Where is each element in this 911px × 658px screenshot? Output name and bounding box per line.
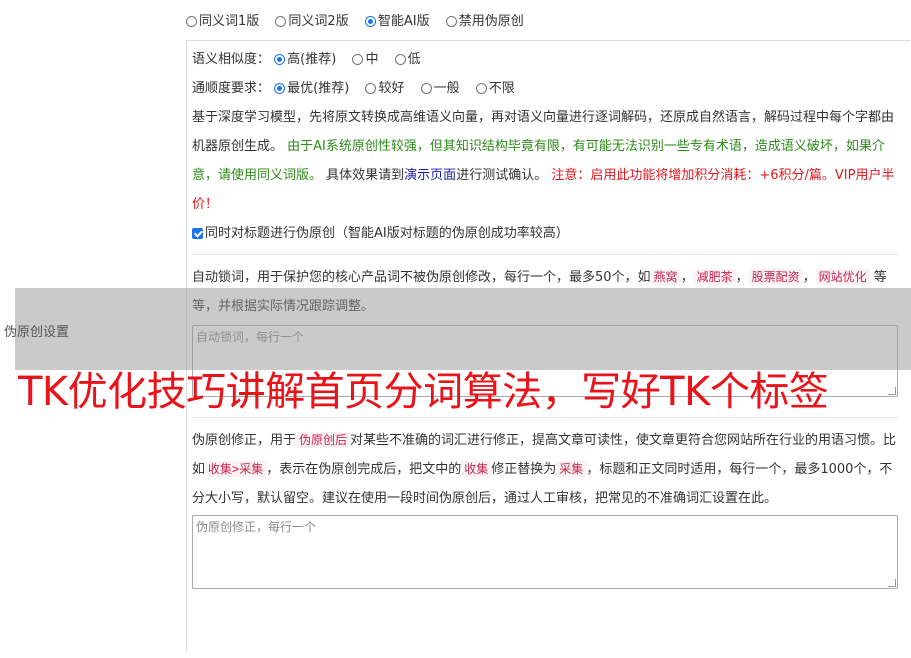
example-tag: 燕窝 [650, 269, 681, 285]
radio-checked-icon[interactable] [364, 16, 376, 27]
fluency-best[interactable]: 最优(推荐) [274, 81, 349, 96]
correction-description: 伪原创修正，用于 伪原创后 对某些不准确的词汇进行修正，提高文章可读性，使文章更符合… [192, 432, 897, 506]
correction-placeholder: 伪原创修正，每行一个 [196, 520, 317, 534]
similarity-row: 语义相似度： 高(推荐) 中 低 [192, 45, 900, 74]
overlay-caption: TK优化技巧讲解首页分词算法，写好TK个标签 [18, 369, 829, 415]
radio-icon[interactable] [352, 54, 364, 65]
radio-icon[interactable] [365, 83, 377, 94]
demo-page-link[interactable]: 演示页面 [404, 168, 456, 183]
divider [192, 417, 898, 418]
similarity-label: 语义相似度： [192, 52, 271, 67]
version-option-disable[interactable]: 禁用伪原创 [445, 14, 524, 29]
correction-textarea[interactable]: 伪原创修正，每行一个 [192, 515, 898, 589]
example-tag: 网站优化 [815, 269, 870, 285]
radio-icon[interactable] [275, 16, 287, 27]
similarity-low[interactable]: 低 [394, 52, 421, 67]
divider [192, 254, 898, 255]
version-option-synonym2[interactable]: 同义词2版 [275, 14, 349, 29]
overlay-band [15, 288, 911, 370]
radio-icon[interactable] [475, 83, 487, 94]
example-tag: 股票配资 [748, 269, 803, 285]
example-tag: 伪原创后 [296, 432, 351, 448]
checkbox-checked-icon[interactable] [192, 228, 203, 239]
radio-icon[interactable] [445, 16, 457, 27]
resize-handle-icon[interactable] [888, 387, 896, 395]
version-option-synonym1[interactable]: 同义词1版 [186, 14, 259, 29]
similarity-medium[interactable]: 中 [352, 52, 378, 67]
fluency-unlimited[interactable]: 不限 [475, 81, 515, 96]
example-tag: 收集 [461, 461, 492, 477]
example-tag: 收集>采集 [205, 461, 267, 477]
fluency-row: 通顺度要求： 最优(推荐) 较好 一般 不限 [192, 74, 900, 103]
fluency-normal[interactable]: 一般 [420, 81, 460, 96]
version-radio-group: 同义词1版 同义词2版 智能AI版 禁用伪原创 [186, 10, 536, 29]
radio-checked-icon[interactable] [274, 54, 286, 65]
radio-icon[interactable] [420, 83, 432, 94]
sidebar-label: 伪原创设置 [4, 325, 70, 340]
fluency-label: 通顺度要求： [192, 81, 271, 96]
radio-icon[interactable] [394, 54, 406, 65]
resize-handle-icon[interactable] [888, 579, 896, 587]
radio-checked-icon[interactable] [274, 83, 286, 94]
example-tag: 采集 [556, 461, 587, 477]
version-option-ai[interactable]: 智能AI版 [364, 14, 430, 29]
title-rewrite-row[interactable]: 同时对标题进行伪原创（智能AI版对标题的伪原创成功率较高） [192, 219, 900, 248]
example-tag: 减肥茶 [693, 269, 736, 285]
ai-description: 基于深度学习模型，先将原文转换成高维语义向量，再对语义向量进行逐词解码，还原成自… [192, 110, 895, 212]
fluency-good[interactable]: 较好 [365, 81, 404, 96]
similarity-high[interactable]: 高(推荐) [274, 52, 336, 67]
title-rewrite-label: 同时对标题进行伪原创（智能AI版对标题的伪原创成功率较高） [205, 226, 569, 241]
radio-icon[interactable] [186, 16, 197, 27]
